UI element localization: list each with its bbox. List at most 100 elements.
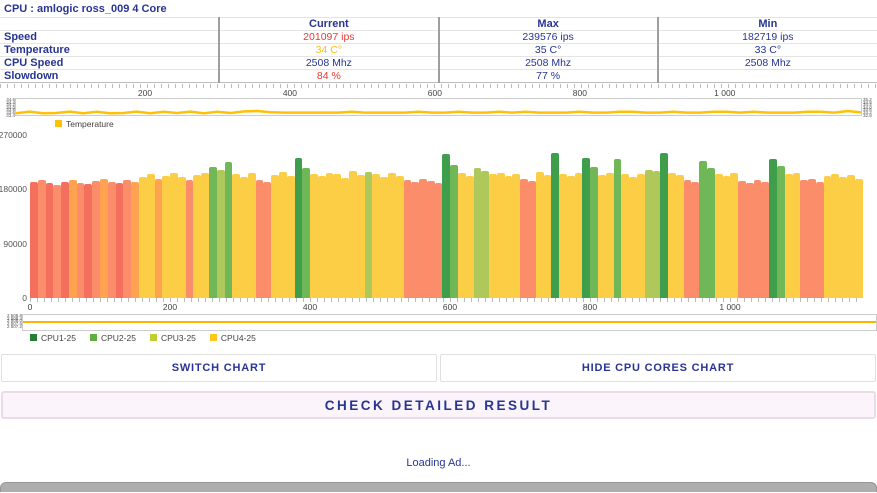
table-header-row: Current Max Min [0,17,877,31]
speed-bar [138,177,147,299]
cpu-legend-item: CPU4-25 [209,333,256,343]
speed-bar [419,179,427,299]
speed-bar [170,172,178,299]
speed-bar [473,168,482,299]
speed-bar [489,174,497,299]
speed-bar [76,182,85,299]
speed-bar [247,173,256,299]
speed-bar [115,183,124,299]
row-label: Speed [0,30,220,44]
cpu-core-legend-swatch-icon [30,334,37,342]
speed-bar [100,179,108,299]
speed-bar [395,175,404,299]
speed-min: 182719 ips [656,30,877,44]
speed-bar [559,173,567,299]
speed-bar [675,175,684,299]
x-tick-label: 200 [137,88,153,98]
speed-bar [598,175,606,299]
speed-bar [177,176,186,299]
col-current: Current [218,17,439,31]
speed-bar [263,181,272,299]
speed-bar [551,153,560,299]
speed-bar [714,173,723,299]
speed-bar [543,175,552,299]
check-detailed-result-button[interactable]: CHECK DETAILED RESULT [1,391,876,420]
switch-chart-button[interactable]: SWITCH CHART [1,354,437,383]
cpu-legend-label: CPU1-25 [41,332,76,343]
speed-bar [294,158,303,299]
speed-bar [605,173,614,299]
x-tick-label: 1 000 [714,88,736,98]
row-label: Slowdown [0,69,220,83]
speed-bar [240,177,248,299]
speed-bar [808,179,816,299]
cpu-legend-label: CPU2-25 [100,332,136,343]
speed-bar [356,175,365,299]
speed-bar [854,178,863,299]
speed-bar [520,179,528,299]
speed-bar [699,160,707,299]
temp-min: 33 C° [656,43,877,57]
speed-bar [582,157,591,299]
x-tick-label: 0 [27,302,33,313]
speed-bar [644,169,653,299]
speed-bar [769,158,777,299]
speed-bar [434,183,443,299]
cpuspeed-current: 2508 Mhz [218,56,439,70]
speed-bar [154,178,163,299]
speed-bar [271,175,279,299]
table-row-slowdown: Slowdown 84 % 77 % [0,69,877,83]
speed-bar [279,171,287,299]
temp-max: 35 C° [437,43,658,57]
table-row-speed: Speed 201097 ips 239576 ips 182719 ips [0,30,877,44]
speed-bar [815,181,824,299]
slowdown-max: 77 % [437,69,658,83]
speed-bar [706,167,715,299]
x-tick-label: 600 [427,88,442,98]
speed-bar [745,182,754,299]
temp-current: 34 C° [218,43,439,57]
speed-bar [325,172,334,299]
speed-bar [660,152,669,299]
temp-legend: Temperature [0,117,877,130]
speed-bar [683,179,692,299]
speed-bar [146,174,155,299]
temp-legend-label: Temperature [66,118,114,129]
hide-cpu-cores-chart-button[interactable]: HIDE CPU CORES CHART [440,354,876,383]
speed-bar [193,175,202,299]
slowdown-current: 84 % [218,69,439,83]
speed-bar [457,173,466,299]
speed-bar [847,175,855,299]
speed-bar [426,181,435,299]
speed-bar [411,182,420,299]
speed-bar [310,173,318,299]
table-row-temperature: Temperature 34 C° 35 C° 33 C° [0,43,877,57]
speed-bar [566,175,575,299]
speed-bar [349,171,357,299]
speed-bar [216,170,225,299]
speed-bar [208,166,217,299]
speed-bar [224,162,233,299]
table-row-cpu-speed: CPU Speed 2508 Mhz 2508 Mhz 2508 Mhz [0,56,877,70]
speed-bar [162,175,171,299]
speed-bar [512,173,521,299]
speed-bar [30,182,38,299]
speed-bar [53,184,62,299]
speed-bar [123,180,132,299]
cpu-speed-line [23,321,876,324]
temp-y-axis-right: 35.2 34.8 34.4 34.0 33.6 33.2 32.8 [863,98,872,118]
y-tick-label: 270000 [0,130,27,141]
speed-bar [372,173,381,299]
cpuspeed-min: 2508 Mhz [656,56,877,70]
speed-bar [839,177,848,299]
speed-bar [37,180,46,299]
speed-bar [131,181,139,299]
speed-bar [590,166,599,299]
speed-bar [629,176,637,299]
x-tick-label: 400 [282,88,297,98]
speed-bar [722,176,731,299]
speed-bar [317,176,326,299]
cpu-core-legend-swatch-icon [209,334,217,342]
temperature-line [16,99,861,115]
speed-bar [504,176,513,299]
